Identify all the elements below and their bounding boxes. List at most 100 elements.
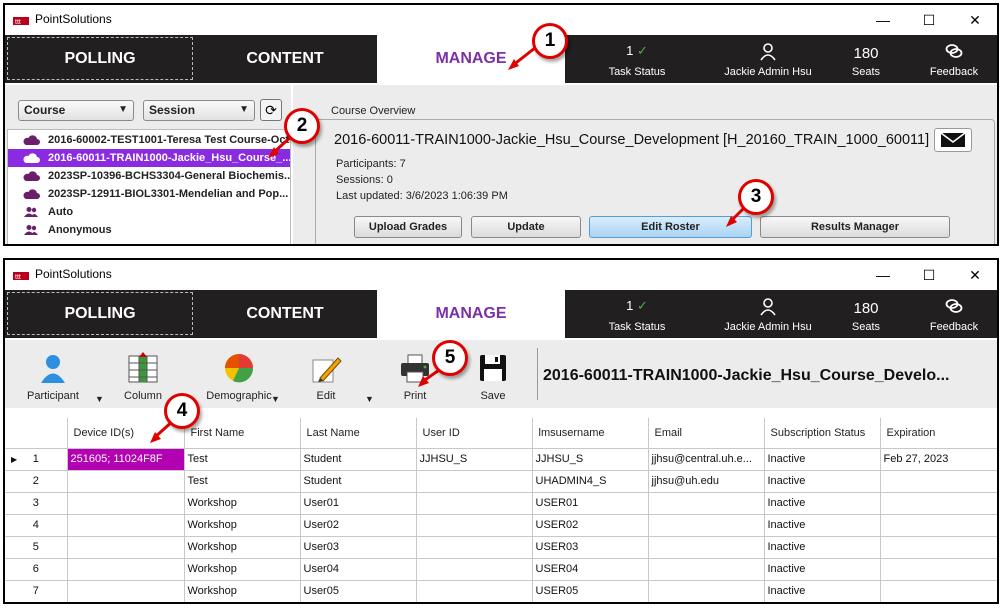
column-header[interactable]: lmsusername xyxy=(532,418,649,449)
table-cell[interactable] xyxy=(416,514,533,537)
row-number[interactable]: ▶ 1 xyxy=(5,448,68,471)
table-cell[interactable]: USER01 xyxy=(532,492,649,515)
tab-manage[interactable]: MANAGE xyxy=(377,290,565,338)
table-row[interactable]: 4 Workshop User02 USER02 Inactive xyxy=(5,514,997,537)
table-cell[interactable]: Inactive xyxy=(764,536,881,559)
session-filter-select[interactable]: Session ▼ xyxy=(143,100,255,121)
demographic-button[interactable]: Demographic xyxy=(195,340,283,408)
table-cell[interactable]: Inactive xyxy=(764,558,881,581)
table-cell[interactable] xyxy=(648,514,765,537)
user-account[interactable]: Jackie Admin Hsu xyxy=(713,290,823,338)
tab-content[interactable]: CONTENT xyxy=(195,290,375,338)
refresh-button[interactable]: ⟳ xyxy=(260,99,282,121)
column-header[interactable]: Expiration xyxy=(880,418,997,449)
list-item[interactable]: Anonymous xyxy=(8,221,290,239)
email-button[interactable] xyxy=(934,128,972,152)
participant-dropdown-icon[interactable]: ▼ xyxy=(95,394,104,404)
column-button[interactable]: Column xyxy=(113,340,173,408)
save-button[interactable]: Save xyxy=(471,340,515,408)
table-cell[interactable]: Workshop xyxy=(184,514,301,537)
tab-polling[interactable]: POLLING xyxy=(7,292,193,335)
task-status[interactable]: 1 ✓ Task Status xyxy=(597,290,677,338)
row-number[interactable]: 5 xyxy=(5,536,68,559)
seats[interactable]: 180 Seats xyxy=(841,35,891,83)
table-cell[interactable] xyxy=(67,470,185,493)
list-item[interactable]: Auto xyxy=(8,203,290,221)
table-cell[interactable] xyxy=(880,514,997,537)
edit-dropdown-icon[interactable]: ▼ xyxy=(365,394,374,404)
table-cell[interactable] xyxy=(416,580,533,602)
table-cell[interactable] xyxy=(67,514,185,537)
table-cell[interactable]: jjhsu@central.uh.e... xyxy=(648,448,765,471)
table-cell[interactable]: USER02 xyxy=(532,514,649,537)
table-cell[interactable]: User02 xyxy=(300,514,417,537)
tab-polling[interactable]: POLLING xyxy=(7,37,193,80)
table-row[interactable]: 2 Test Student UHADMIN4_S jjhsu@uh.edu Inacti… xyxy=(5,470,997,493)
maximize-button[interactable]: ☐ xyxy=(906,5,952,35)
table-cell[interactable] xyxy=(67,536,185,559)
table-cell[interactable] xyxy=(416,558,533,581)
table-row[interactable]: 7 Workshop User05 USER05 Inactive xyxy=(5,580,997,602)
table-cell[interactable] xyxy=(416,536,533,559)
minimize-button[interactable]: — xyxy=(860,5,906,35)
table-cell[interactable] xyxy=(416,470,533,493)
table-row[interactable]: 5 Workshop User03 USER03 Inactive xyxy=(5,536,997,559)
table-cell[interactable]: USER05 xyxy=(532,580,649,602)
row-number[interactable]: 2 xyxy=(5,470,68,493)
column-header[interactable] xyxy=(5,418,68,449)
table-cell[interactable]: Test xyxy=(184,448,301,471)
table-cell[interactable]: UHADMIN4_S xyxy=(532,470,649,493)
column-header[interactable]: Last Name xyxy=(300,418,417,449)
table-cell[interactable]: USER03 xyxy=(532,536,649,559)
table-row[interactable]: 3 Workshop User01 USER01 Inactive xyxy=(5,492,997,515)
table-cell[interactable]: Inactive xyxy=(764,492,881,515)
table-cell[interactable] xyxy=(67,558,185,581)
table-cell[interactable] xyxy=(880,536,997,559)
feedback[interactable]: Feedback xyxy=(919,35,989,83)
table-cell[interactable] xyxy=(416,492,533,515)
row-number[interactable]: 3 xyxy=(5,492,68,515)
row-number[interactable]: 6 xyxy=(5,558,68,581)
update-button[interactable]: Update xyxy=(471,216,581,238)
table-cell[interactable] xyxy=(880,558,997,581)
table-cell[interactable]: Student xyxy=(300,470,417,493)
table-cell[interactable] xyxy=(880,470,997,493)
upload-grades-button[interactable]: Upload Grades xyxy=(354,216,462,238)
user-account[interactable]: Jackie Admin Hsu xyxy=(713,35,823,83)
minimize-button[interactable]: — xyxy=(860,260,906,290)
table-cell[interactable]: User01 xyxy=(300,492,417,515)
tab-content[interactable]: CONTENT xyxy=(195,35,375,83)
table-cell[interactable]: Workshop xyxy=(184,558,301,581)
participant-button[interactable]: Participant xyxy=(21,340,85,408)
column-header[interactable]: Subscription Status xyxy=(764,418,881,449)
close-button[interactable]: ✕ xyxy=(952,260,997,290)
table-cell[interactable]: Workshop xyxy=(184,536,301,559)
table-cell[interactable]: Inactive xyxy=(764,448,881,471)
table-cell[interactable]: Inactive xyxy=(764,580,881,602)
list-item[interactable]: 2016-60002-TEST1001-Teresa Test Course-O… xyxy=(8,131,290,149)
demographic-dropdown-icon[interactable]: ▼ xyxy=(271,394,280,404)
edit-button[interactable]: Edit xyxy=(301,340,351,408)
table-cell[interactable]: Feb 27, 2023 xyxy=(880,448,997,471)
table-cell[interactable]: Workshop xyxy=(184,492,301,515)
task-status[interactable]: 1 ✓ Task Status xyxy=(597,35,677,83)
row-number[interactable]: 4 xyxy=(5,514,68,537)
table-cell[interactable] xyxy=(880,580,997,602)
row-number[interactable]: 7 xyxy=(5,580,68,602)
close-button[interactable]: ✕ xyxy=(952,5,997,35)
table-row[interactable]: 6 Workshop User04 USER04 Inactive xyxy=(5,558,997,581)
list-item[interactable]: 2016-60011-TRAIN1000-Jackie_Hsu_Course_.… xyxy=(8,149,290,167)
table-cell[interactable]: Student xyxy=(300,448,417,471)
table-cell[interactable] xyxy=(648,492,765,515)
table-cell[interactable]: Workshop xyxy=(184,580,301,602)
table-cell[interactable]: User03 xyxy=(300,536,417,559)
table-cell[interactable] xyxy=(880,492,997,515)
column-header[interactable]: User ID xyxy=(416,418,533,449)
column-header[interactable]: Email xyxy=(648,418,765,449)
feedback[interactable]: Feedback xyxy=(919,290,989,338)
seats[interactable]: 180 Seats xyxy=(841,290,891,338)
table-cell[interactable]: USER04 xyxy=(532,558,649,581)
list-item[interactable]: 2023SP-10396-BCHS3304-General Biochemis.… xyxy=(8,167,290,185)
table-cell[interactable]: Test xyxy=(184,470,301,493)
results-manager-button[interactable]: Results Manager xyxy=(760,216,950,238)
